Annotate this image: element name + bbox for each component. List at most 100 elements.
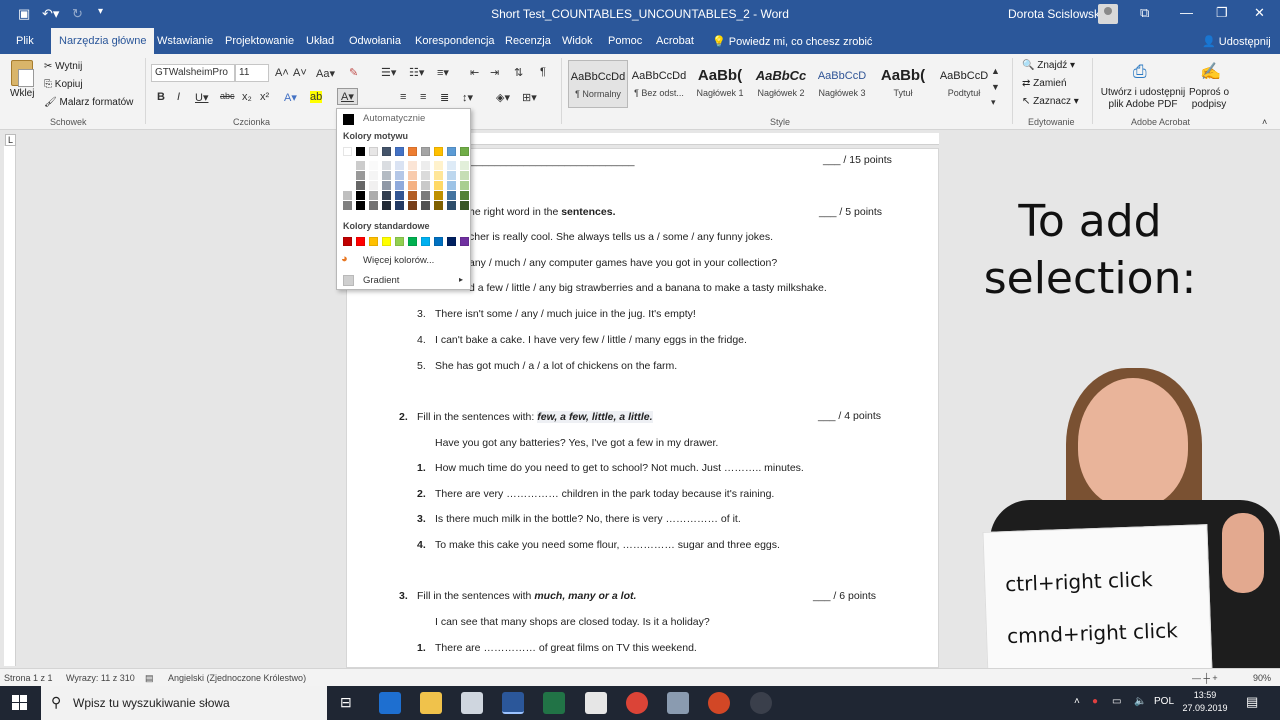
cut-button[interactable]: ✂ Wytnij [44,61,82,72]
strikethrough-icon[interactable]: abc [220,91,235,101]
app-icon[interactable] [667,692,689,714]
store-icon[interactable] [461,692,483,714]
show-formatting-icon[interactable]: ¶ [540,66,546,78]
create-pdf-button[interactable]: Utwórz i udostępnij plik Adobe PDF [1097,87,1189,111]
volume-icon[interactable]: 🔈 [1134,696,1146,707]
file-explorer-icon[interactable] [420,692,442,714]
copy-button[interactable]: ⎘ Kopiuj [44,79,83,90]
excel-icon[interactable] [543,692,565,714]
app-icon[interactable] [750,692,772,714]
request-signatures-button[interactable]: Poproś o podpisy [1186,87,1232,111]
automatic-color-option[interactable]: Automatycznie [363,113,425,124]
notifications-icon[interactable]: ▤ [1246,694,1258,710]
tab-mailings[interactable]: Korespondencja [415,35,495,47]
minimize-icon[interactable]: — [1180,5,1193,20]
style-heading-3[interactable]: AaBbCcD Nagłówek 3 [812,60,872,108]
request-signatures-icon[interactable]: ✍ [1200,62,1221,82]
styles-scroll-down-icon[interactable]: ▼ [991,82,1000,92]
powerpoint-icon[interactable] [708,692,730,714]
theme-color-shade[interactable] [460,181,469,190]
style-title[interactable]: AaBb( Tytuł [873,60,933,108]
theme-color-shade[interactable] [447,191,456,200]
theme-color-shade[interactable] [343,191,352,200]
proofing-icon[interactable]: ▤ [145,673,154,684]
theme-color-shade[interactable] [447,171,456,180]
input-language[interactable]: POL [1154,696,1174,707]
theme-color-swatch[interactable] [356,147,365,156]
theme-color-swatch[interactable] [395,147,404,156]
standard-color-swatch[interactable] [421,237,430,246]
language-status[interactable]: Angielski (Zjednoczone Królestwo) [168,673,306,683]
theme-color-shade[interactable] [395,201,404,210]
style-no-spacing[interactable]: AaBbCcDd ¶ Bez odst... [629,60,689,108]
chrome-icon[interactable] [626,692,648,714]
theme-color-shade[interactable] [343,201,352,210]
theme-color-shade[interactable] [369,181,378,190]
avatar[interactable] [1098,4,1118,24]
tab-selector-icon[interactable]: L [5,134,17,146]
standard-color-swatch[interactable] [447,237,456,246]
windows-start-icon[interactable] [12,695,28,711]
paste-icon[interactable] [11,60,34,87]
standard-color-swatch[interactable] [356,237,365,246]
theme-color-shade[interactable] [343,181,352,190]
taskbar-search[interactable]: ⚲ Wpisz tu wyszukiwanie słowa [41,686,327,720]
shading-icon[interactable]: ◈▾ [496,91,510,104]
decrease-indent-icon[interactable]: ⇤ [470,66,479,79]
justify-icon[interactable]: ≣ [440,91,449,104]
align-right-icon[interactable]: ≡ [420,91,426,103]
theme-color-swatch[interactable] [382,147,391,156]
theme-color-shade[interactable] [395,181,404,190]
more-colors-option[interactable]: Więcej kolorów... [363,255,434,266]
tab-references[interactable]: Odwołania [349,35,401,47]
clear-formatting-icon[interactable]: ✎ [349,66,358,79]
task-view-icon[interactable]: ⊟ [340,694,352,711]
tab-file[interactable]: Plik [16,35,34,47]
styles-scroll-up-icon[interactable]: ▲ [991,66,1000,76]
theme-color-shade[interactable] [421,191,430,200]
align-center-icon[interactable]: ≡ [400,91,406,103]
theme-color-swatch[interactable] [369,147,378,156]
standard-color-swatch[interactable] [408,237,417,246]
standard-color-swatch[interactable] [434,237,443,246]
theme-color-shade[interactable] [421,161,430,170]
theme-color-shade[interactable] [408,201,417,210]
theme-color-shade[interactable] [369,201,378,210]
theme-color-shade[interactable] [408,171,417,180]
line-spacing-icon[interactable]: ↕▾ [462,91,473,104]
shrink-font-icon[interactable]: A˅ [293,67,307,79]
standard-color-swatch[interactable] [460,237,469,246]
theme-color-shade[interactable] [382,191,391,200]
theme-color-shade[interactable] [460,191,469,200]
theme-color-shade[interactable] [356,201,365,210]
theme-color-swatch[interactable] [343,147,352,156]
tab-review[interactable]: Recenzja [505,35,551,47]
zoom-level[interactable]: 90% [1253,673,1271,683]
theme-color-shade[interactable] [447,181,456,190]
theme-color-shade[interactable] [434,201,443,210]
theme-color-swatch[interactable] [434,147,443,156]
theme-color-shade[interactable] [382,161,391,170]
theme-color-shade[interactable] [343,161,352,170]
standard-color-swatch[interactable] [343,237,352,246]
style-heading-2[interactable]: AaBbCc Nagłówek 2 [751,60,811,108]
underline-icon[interactable]: U▾ [195,91,208,104]
gradient-option[interactable]: Gradient [363,275,399,286]
style-subtitle[interactable]: AaBbCcD Podtytuł [934,60,994,108]
theme-color-shade[interactable] [382,181,391,190]
theme-color-shade[interactable] [408,161,417,170]
theme-color-shade[interactable] [460,201,469,210]
replace-button[interactable]: ⇄ Zamień [1022,78,1067,89]
zoom-slider[interactable]: — ┼ + [1192,673,1218,683]
theme-color-shade[interactable] [382,201,391,210]
theme-color-shade[interactable] [369,191,378,200]
multilevel-list-icon[interactable]: ≡▾ [437,66,449,79]
ribbon-display-options-icon[interactable]: ⧉ [1140,5,1149,21]
user-name[interactable]: Dorota Scislowska [1008,7,1107,21]
theme-color-swatch[interactable] [408,147,417,156]
font-color-icon[interactable]: A▾ [337,88,358,105]
text-effects-icon[interactable]: A▾ [284,91,297,104]
mail-icon[interactable] [585,692,607,714]
edge-icon[interactable] [379,692,401,714]
theme-color-shade[interactable] [382,171,391,180]
